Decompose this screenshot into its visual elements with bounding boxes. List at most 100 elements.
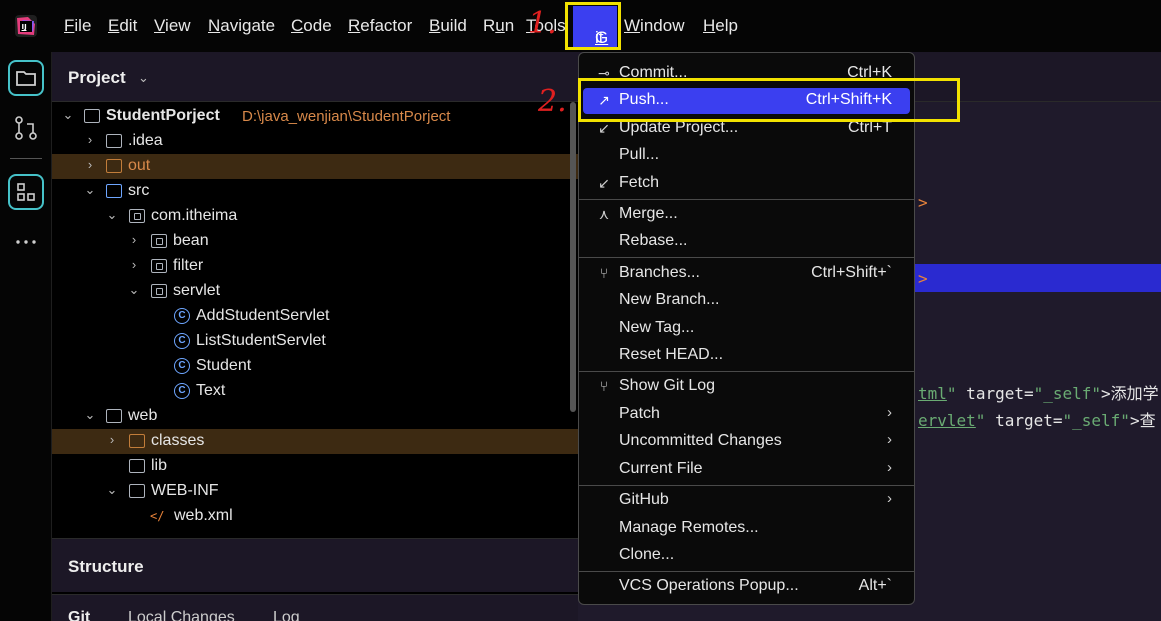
tree-item-src[interactable]: ⌄ src [52, 179, 578, 204]
menu-item-label: Reset HEAD... [619, 346, 724, 363]
more-icon [16, 240, 36, 244]
menu-item-patch[interactable]: Patch › [583, 402, 910, 428]
tree-item-label: servlet [173, 282, 221, 299]
branch-icon: ⑂ [599, 265, 609, 281]
project-panel-title[interactable]: Project [68, 68, 126, 88]
tree-item-web[interactable]: ⌄ web [52, 404, 578, 429]
tree-item-label: .idea [128, 132, 163, 149]
class-icon: C [174, 308, 190, 324]
structure-title: Structure [68, 557, 144, 576]
commit-tool-button[interactable] [8, 110, 44, 146]
tree-item-servlet[interactable]: ⌄ servlet [52, 279, 578, 304]
annotation-step-1: 1. [528, 6, 557, 41]
menu-item-new-branch[interactable]: New Branch... [583, 288, 910, 314]
menu-navigate[interactable]: Navigate [208, 16, 275, 36]
chevron-right-icon[interactable]: › [84, 132, 96, 147]
chevron-right-icon: › [887, 431, 892, 448]
chevron-down-icon[interactable]: ⌄ [106, 482, 118, 498]
menu-file[interactable]: File [64, 16, 91, 36]
tree-item-label: out [128, 157, 151, 174]
menu-refactor[interactable]: Refactor [348, 16, 412, 36]
menu-item-label: Branches... [619, 264, 700, 281]
tree-item-filter[interactable]: › filter [52, 254, 578, 279]
menu-edit[interactable]: Edit [108, 16, 137, 36]
svg-text:IJ: IJ [22, 23, 27, 31]
menu-item-new-tag[interactable]: New Tag... [583, 316, 910, 342]
chevron-down-icon[interactable]: ⌄ [128, 282, 140, 298]
tab-log[interactable]: Log [273, 609, 300, 621]
menu-item-manage-remotes[interactable]: Manage Remotes... [583, 516, 910, 542]
chevron-down-icon[interactable]: ⌄ [62, 107, 74, 123]
menu-item-show-git-log[interactable]: ⑂ Show Git Log [583, 374, 910, 400]
project-tool-button[interactable] [8, 60, 44, 96]
tree-item-label: filter [173, 257, 204, 274]
chevron-right-icon[interactable]: › [106, 432, 118, 447]
tree-item-project-root[interactable]: ⌄ StudentPorject D:\java_wenjian\Student… [52, 104, 578, 129]
class-icon: C [174, 333, 190, 349]
tree-item-student[interactable]: C Student [52, 354, 578, 379]
tab-git[interactable]: Git [68, 609, 90, 621]
structure-panel-header[interactable]: Structure [52, 538, 578, 592]
tab-local-changes[interactable]: Local Changes [128, 609, 235, 621]
menu-item-label: VCS Operations Popup... [619, 577, 799, 594]
tree-item-idea[interactable]: › .idea [52, 129, 578, 154]
project-panel-header: Project ⌄ [52, 52, 578, 102]
pull-request-icon [15, 116, 37, 140]
tree-item-text[interactable]: C Text [52, 379, 578, 404]
menu-item-merge[interactable]: ⋏ Merge... [583, 202, 910, 228]
menu-item-branches[interactable]: ⑂ Branches... Ctrl+Shift+` [583, 261, 910, 287]
tree-item-label: Student [196, 357, 252, 374]
menu-help[interactable]: Help [703, 16, 738, 36]
code-fragment: > [918, 193, 928, 212]
chevron-right-icon: › [887, 459, 892, 476]
tree-item-liststudentservlet[interactable]: C ListStudentServlet [52, 329, 578, 354]
structure-tool-button[interactable] [8, 174, 44, 210]
menu-item-current-file[interactable]: Current File › [583, 457, 910, 483]
menu-code[interactable]: Code [291, 16, 332, 36]
chevron-right-icon[interactable]: › [84, 157, 96, 172]
menu-item-reset-head[interactable]: Reset HEAD... [583, 343, 910, 369]
menu-item-vcs-operations-popup[interactable]: VCS Operations Popup... Alt+` [583, 574, 910, 600]
tree-item-label: bean [173, 232, 209, 249]
menu-item-github[interactable]: GitHub › [583, 488, 910, 514]
tree-item-label: lib [151, 457, 168, 474]
menu-item-label: New Branch... [619, 291, 720, 308]
git-dropdown-menu: ⊸ Commit... Ctrl+K ↗ Push... Ctrl+Shift+… [578, 52, 915, 605]
tree-item-classes[interactable]: › classes [52, 429, 578, 454]
tree-item-bean[interactable]: › bean [52, 229, 578, 254]
tree-item-out[interactable]: › out [52, 154, 578, 179]
menu-view[interactable]: View [154, 16, 191, 36]
tree-item-lib[interactable]: lib [52, 454, 578, 479]
tree-item-web-inf[interactable]: ⌄ WEB-INF [52, 479, 578, 504]
chevron-down-icon[interactable]: ⌄ [138, 70, 149, 86]
menu-item-shortcut: Alt+` [858, 577, 892, 594]
project-panel: Project ⌄ ⌄ StudentPorject D:\java_wenji… [52, 52, 578, 538]
tree-scrollbar[interactable] [570, 102, 576, 412]
menu-build[interactable]: Build [429, 16, 467, 36]
menu-separator [579, 257, 914, 258]
chevron-down-icon[interactable]: ⌄ [84, 182, 96, 198]
chevron-right-icon[interactable]: › [128, 232, 140, 247]
chevron-right-icon[interactable]: › [128, 257, 140, 272]
menu-item-label: New Tag... [619, 319, 695, 336]
menu-item-rebase[interactable]: Rebase... [583, 229, 910, 255]
folder-icon [106, 134, 122, 148]
menu-item-pull[interactable]: Pull... [583, 143, 910, 169]
more-tools-button[interactable] [8, 224, 44, 260]
chevron-down-icon[interactable]: ⌄ [84, 407, 96, 423]
chevron-down-icon[interactable]: ⌄ [106, 207, 118, 223]
tree-item-com-itheima[interactable]: ⌄ com.itheima [52, 204, 578, 229]
menu-separator [579, 199, 914, 200]
project-path: D:\java_wenjian\StudentPorject [242, 108, 451, 125]
menu-item-clone[interactable]: Clone... [583, 543, 910, 569]
tree-item-addstudentservlet[interactable]: C AddStudentServlet [52, 304, 578, 329]
tree-item-label: Text [196, 382, 226, 399]
folder-icon [16, 71, 36, 86]
menu-item-fetch[interactable]: ↙ Fetch [583, 171, 910, 197]
menu-run[interactable]: Run [483, 16, 514, 36]
menu-window[interactable]: Window [624, 16, 684, 36]
menu-item-label: Uncommitted Changes [619, 432, 782, 449]
code-line: ervlet" target="_self">查 [918, 411, 1156, 430]
tree-item-web-xml[interactable]: </ web.xml [52, 504, 578, 529]
menu-item-uncommitted-changes[interactable]: Uncommitted Changes › [583, 429, 910, 455]
